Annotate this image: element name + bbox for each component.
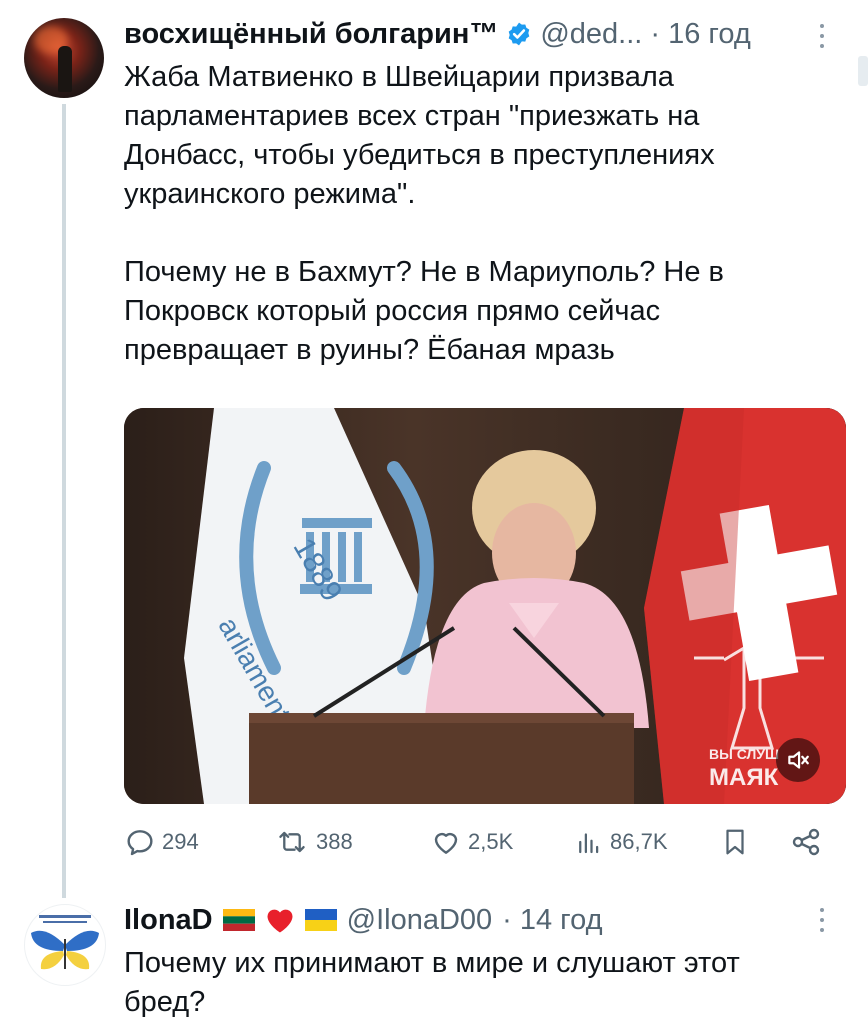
reply-author-name[interactable]: IlonaD bbox=[124, 904, 213, 937]
share-icon bbox=[792, 828, 820, 856]
verified-badge-icon bbox=[509, 22, 530, 46]
repost-icon bbox=[279, 831, 305, 853]
repost-count: 388 bbox=[316, 829, 353, 854]
share-button[interactable] bbox=[790, 826, 822, 864]
reply-count: 294 bbox=[162, 829, 199, 854]
author-name[interactable]: восхищённый болгарин™ bbox=[124, 18, 498, 51]
reply-text: Почему их принимают в мире и слушают это… bbox=[124, 947, 740, 1018]
heart-icon bbox=[434, 832, 458, 854]
author-handle[interactable]: @ded... bbox=[540, 18, 642, 51]
red-heart-icon bbox=[267, 909, 293, 933]
thread-line bbox=[62, 104, 66, 898]
reply-button[interactable]: 294 bbox=[124, 826, 199, 858]
reply-author-avatar[interactable] bbox=[24, 904, 106, 986]
reply-time[interactable]: · 14 год bbox=[502, 904, 602, 937]
more-options-icon[interactable] bbox=[820, 24, 824, 48]
scrollbar[interactable] bbox=[858, 56, 868, 86]
video-player[interactable]: 1889 arliamenta ВЫ СЛУШ МАЯК bbox=[124, 408, 846, 804]
post-header: восхищённый болгарин™ @ded... · 16 год bbox=[124, 14, 751, 54]
views-chart-icon bbox=[579, 833, 599, 854]
like-button[interactable]: 2,5K bbox=[430, 826, 513, 858]
watermark-line1: ВЫ СЛУШ bbox=[709, 746, 780, 762]
reply-header: IlonaD @IlonaD00 · 14 год bbox=[124, 900, 603, 940]
mute-button[interactable] bbox=[776, 738, 820, 782]
video-frame: 1889 arliamenta bbox=[124, 408, 846, 804]
post-text: Жаба Матвиенко в Швейцарии призвала парл… bbox=[124, 61, 724, 366]
butterfly-logo-icon bbox=[31, 915, 99, 970]
views-count: 86,7K bbox=[610, 829, 668, 854]
reply-more-options-icon[interactable] bbox=[820, 908, 824, 932]
bookmark-icon bbox=[726, 829, 744, 855]
post-time[interactable]: · 16 год bbox=[650, 18, 750, 51]
post-actions-bar: 294 388 2,5K 86,7K bbox=[124, 826, 824, 860]
bookmark-button[interactable] bbox=[720, 826, 750, 864]
reply-author-handle[interactable]: @IlonaD00 bbox=[347, 904, 493, 937]
views-button[interactable]: 86,7K bbox=[574, 826, 668, 858]
like-count: 2,5K bbox=[468, 829, 514, 854]
ukraine-flag-icon bbox=[304, 909, 337, 931]
repost-button[interactable]: 388 bbox=[274, 826, 353, 858]
reply-icon bbox=[127, 830, 153, 856]
muted-speaker-icon bbox=[788, 751, 809, 769]
watermark-line2: МАЯК bbox=[709, 764, 779, 791]
lithuania-flag-icon bbox=[222, 909, 255, 931]
author-avatar[interactable] bbox=[24, 18, 104, 98]
